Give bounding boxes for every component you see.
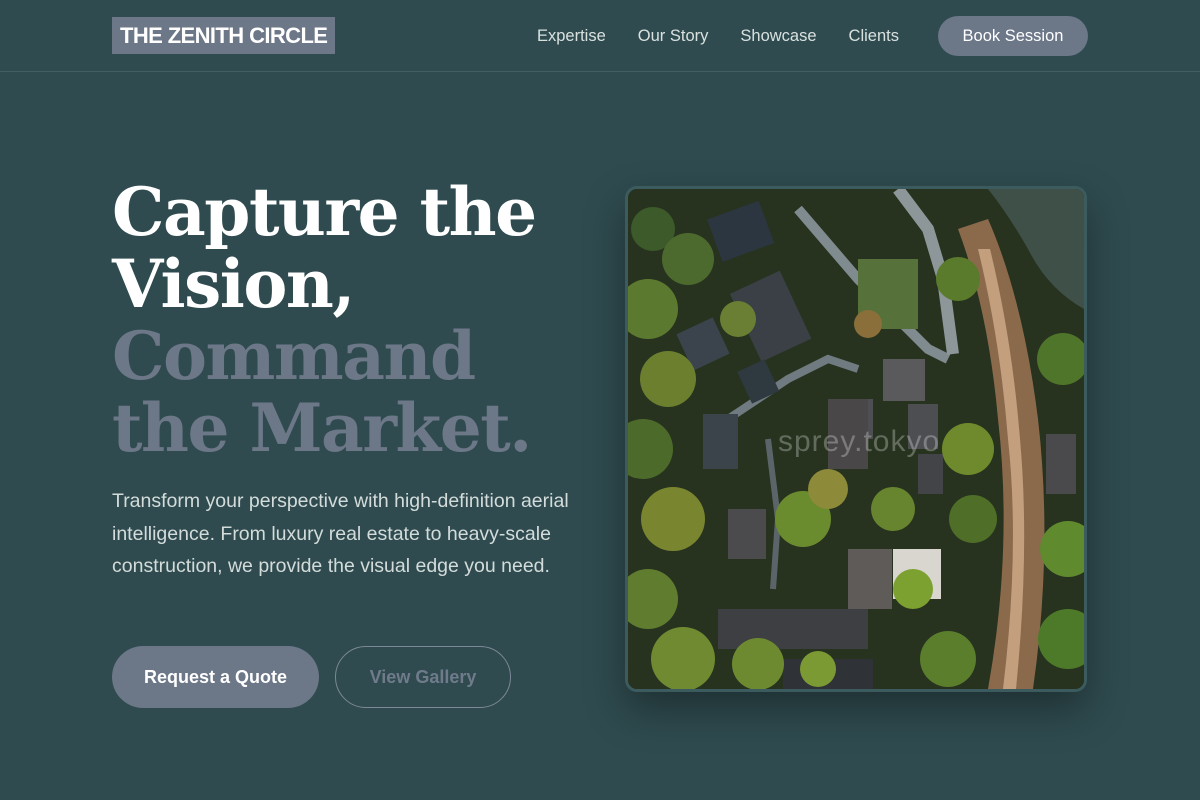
aerial-photo: sprey.tokyo bbox=[625, 186, 1087, 692]
hero-title-line-2: Vision, bbox=[112, 245, 355, 323]
hero-title: Capture the Vision, Command the Market. bbox=[112, 176, 592, 464]
nav-link-showcase[interactable]: Showcase bbox=[740, 27, 816, 46]
hero-title-line-1: Capture the bbox=[112, 173, 537, 251]
nav-link-our-story[interactable]: Our Story bbox=[638, 27, 709, 46]
request-quote-button[interactable]: Request a Quote bbox=[112, 646, 319, 708]
view-gallery-button[interactable]: View Gallery bbox=[335, 646, 511, 708]
hero-description: Transform your perspective with high-def… bbox=[112, 490, 569, 577]
nav-link-expertise[interactable]: Expertise bbox=[537, 27, 606, 46]
image-watermark: sprey.tokyo bbox=[778, 425, 941, 458]
brand-logo[interactable]: THE ZENITH CIRCLE bbox=[112, 17, 336, 54]
book-session-button[interactable]: Book Session bbox=[938, 16, 1088, 56]
top-navigation: THE ZENITH CIRCLE Expertise Our Story Sh… bbox=[0, 0, 1200, 72]
hero-title-line-3: Command bbox=[112, 317, 476, 395]
hero-title-line-4: the Market. bbox=[112, 389, 532, 467]
nav-links: Expertise Our Story Showcase Clients bbox=[537, 0, 899, 72]
nav-link-clients[interactable]: Clients bbox=[849, 27, 899, 46]
